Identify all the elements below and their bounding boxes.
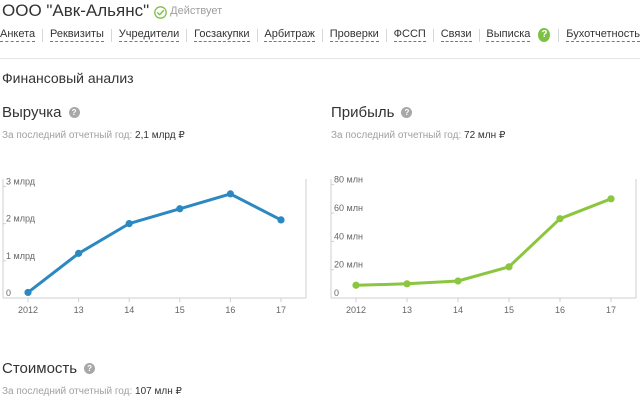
profit-x-tick-label: 16 bbox=[555, 305, 565, 315]
profit-series-line bbox=[354, 197, 613, 287]
profit-title-text: Прибыль bbox=[331, 104, 395, 121]
profit-data-point bbox=[454, 277, 462, 285]
profit-data-point bbox=[505, 263, 513, 271]
revenue-y-tick-label: 2 млрд bbox=[6, 214, 36, 224]
nav-separator bbox=[558, 28, 560, 42]
revenue-data-point bbox=[75, 249, 83, 257]
profit-x-tick-label: 14 bbox=[453, 305, 463, 315]
revenue-help-icon[interactable]: ? bbox=[68, 107, 80, 118]
profit-data-point bbox=[556, 215, 564, 223]
revenue-data-point bbox=[24, 288, 32, 297]
nav-separator bbox=[432, 28, 434, 42]
nav-separator bbox=[321, 28, 323, 42]
nav-item-2[interactable]: Учредители bbox=[118, 28, 180, 42]
nav-help-icon[interactable]: ? bbox=[538, 28, 551, 42]
revenue-data-point bbox=[226, 190, 234, 198]
profit-title: Прибыль ? bbox=[331, 104, 413, 121]
nav-item-3[interactable]: Госзакупки bbox=[194, 28, 250, 42]
cost-title-text: Стоимость bbox=[2, 360, 78, 377]
profit-help-icon[interactable]: ? bbox=[401, 107, 413, 118]
section-nav: Анкета Реквизиты Учредители Госзакупки Арбит… bbox=[0, 26, 640, 44]
revenue-subtitle: За последний отчетный год: 2,1 млрд ₽ bbox=[2, 130, 185, 141]
company-header: ООО "Авк-Альянс" Действует bbox=[2, 0, 222, 22]
nav-separator bbox=[42, 28, 43, 42]
revenue-title: Выручка ? bbox=[2, 104, 80, 121]
nav-item-5[interactable]: Проверки bbox=[329, 28, 379, 42]
profit-x-tick-label: 2012 bbox=[346, 305, 366, 315]
nav-item-9[interactable]: Бухотчетность bbox=[566, 28, 640, 42]
cost-help-icon[interactable]: ? bbox=[84, 363, 96, 374]
revenue-title-text: Выручка bbox=[2, 104, 62, 121]
cost-value: 107 млн ₽ bbox=[135, 386, 182, 397]
revenue-x-tick-label: 17 bbox=[276, 305, 286, 315]
nav-separator bbox=[256, 28, 258, 42]
nav-item-7[interactable]: Связи bbox=[440, 28, 472, 42]
header-divider bbox=[0, 58, 640, 59]
revenue-x-tick-label: 13 bbox=[74, 305, 84, 315]
profit-x-tick-label: 17 bbox=[606, 305, 616, 315]
nav-item-6[interactable]: ФССП bbox=[393, 28, 426, 42]
nav-separator bbox=[385, 28, 387, 42]
profit-y-tick-label: 0 bbox=[334, 288, 339, 298]
revenue-series-line bbox=[26, 192, 283, 294]
cost-subtitle-label: За последний отчетный год: bbox=[2, 386, 133, 397]
nav-item-4[interactable]: Арбитраж bbox=[264, 28, 315, 42]
revenue-x-tick-label: 14 bbox=[124, 305, 134, 315]
revenue-chart: 0 1 млрд 2 млрд 3 млрд 2012 13 14 15 16 17 bbox=[2, 176, 307, 315]
revenue-x-tick-label: 16 bbox=[225, 305, 235, 315]
financial-analysis-title: Финансовый анализ bbox=[2, 70, 134, 86]
profit-y-tick-label: 80 млн bbox=[334, 175, 363, 185]
nav-separator bbox=[110, 28, 112, 42]
check-circle-icon bbox=[154, 5, 167, 19]
revenue-x-tick-label: 15 bbox=[175, 305, 185, 315]
profit-x-tick-label: 13 bbox=[402, 305, 412, 315]
revenue-x-tick-label: 2012 bbox=[18, 305, 38, 315]
profit-data-point bbox=[403, 280, 411, 288]
nav-separator bbox=[478, 28, 480, 42]
profit-value: 72 млн ₽ bbox=[464, 130, 506, 141]
nav-separator bbox=[186, 28, 188, 42]
company-name: ООО "Авк-Альянс" bbox=[2, 1, 150, 20]
revenue-data-point bbox=[176, 205, 184, 213]
revenue-data-point bbox=[277, 216, 285, 224]
profit-data-point bbox=[352, 281, 360, 289]
nav-item-8[interactable]: Выписка bbox=[486, 28, 531, 42]
cost-title: Стоимость ? bbox=[2, 360, 96, 377]
nav-item-0[interactable]: Анкета bbox=[0, 28, 36, 42]
nav-item-1[interactable]: Реквизиты bbox=[50, 28, 104, 42]
profit-subtitle-label: За последний отчетный год: bbox=[331, 130, 462, 141]
profit-y-tick-label: 60 млн bbox=[334, 203, 363, 213]
profit-y-tick-label: 40 млн bbox=[334, 231, 363, 241]
revenue-y-tick-label: 3 млрд bbox=[6, 176, 36, 186]
revenue-y-tick-label: 1 млрд bbox=[6, 251, 36, 261]
revenue-value: 2,1 млрд ₽ bbox=[135, 130, 185, 141]
profit-subtitle: За последний отчетный год: 72 млн ₽ bbox=[331, 130, 505, 141]
profit-x-tick-label: 15 bbox=[504, 305, 514, 315]
revenue-data-point bbox=[125, 220, 133, 228]
profit-y-tick-label: 20 млн bbox=[334, 260, 363, 270]
profit-chart: 0 20 млн 40 млн 60 млн 80 млн 2012 13 14 15 16 17 bbox=[330, 175, 637, 315]
revenue-subtitle-label: За последний отчетный год: bbox=[2, 130, 133, 141]
profit-data-point bbox=[607, 195, 615, 203]
cost-subtitle: За последний отчетный год: 107 млн ₽ bbox=[2, 386, 182, 397]
revenue-y-tick-label: 0 bbox=[6, 288, 11, 298]
company-status: Действует bbox=[170, 5, 223, 17]
